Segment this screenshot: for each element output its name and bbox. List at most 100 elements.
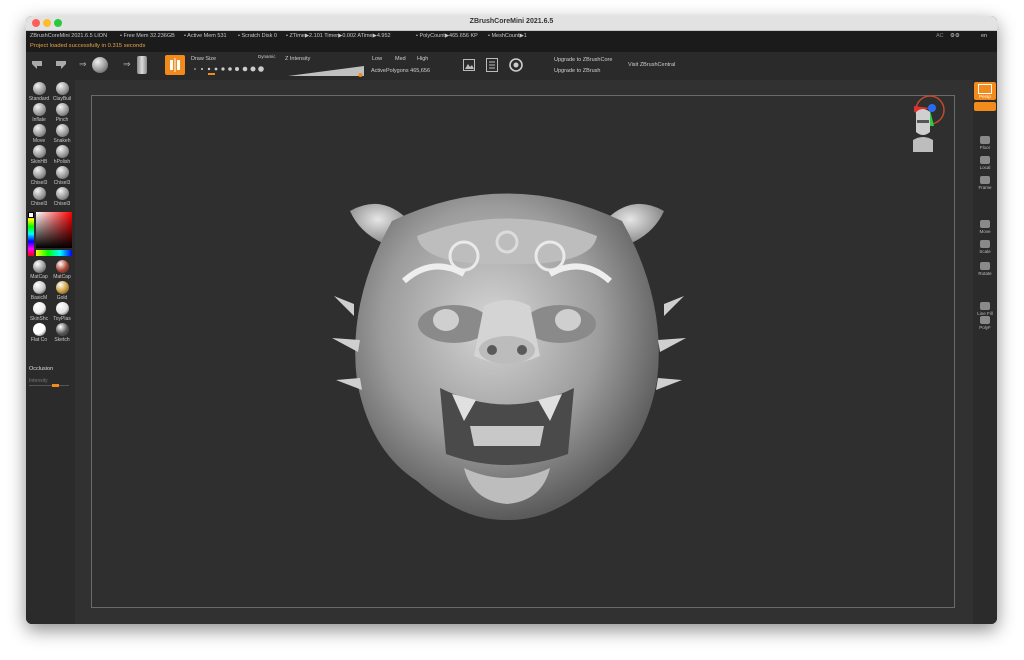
brush-chisel3-8[interactable]: Chisel3 — [28, 166, 50, 186]
upgrade-core-link[interactable]: Upgrade to ZBrushCore — [554, 57, 612, 63]
right-btn-frame[interactable]: Frame — [974, 176, 996, 190]
snap-button[interactable] — [974, 102, 996, 111]
dynamic-label[interactable]: Dynamic — [258, 54, 276, 59]
material-thumbnail — [55, 260, 69, 273]
top-toolbar: ⇒ ⇒ Draw Size Dynamic Z Intensity Low Me… — [26, 52, 997, 81]
right-btn-line-fill[interactable]: Line Fill — [974, 302, 996, 316]
frame-icon — [980, 176, 990, 184]
brush-standard-0[interactable]: Standard — [28, 82, 50, 102]
right-btn-label: PolyF — [979, 325, 991, 330]
right-shelf: Persp Floor Local Frame Move Scale Rotate Line… — [973, 80, 997, 624]
right-btn-local[interactable]: Local — [974, 156, 996, 170]
brush-label: Pinch — [55, 117, 69, 123]
right-btn-polyf[interactable]: PolyF — [974, 316, 996, 330]
material-7[interactable]: Sketch — [51, 323, 73, 343]
brush-thumbnail — [32, 124, 46, 137]
right-btn-label: Local — [979, 165, 991, 170]
occlusion-label[interactable]: Occlusion — [29, 366, 53, 372]
current-stroke-icon[interactable] — [137, 56, 147, 74]
current-brush-icon[interactable] — [92, 57, 108, 73]
brush-label: Chisel3 — [30, 201, 48, 207]
meshcount: • MeshCount▶1 — [488, 33, 527, 39]
symmetry-button[interactable] — [165, 55, 185, 75]
draw-size-slider[interactable] — [191, 64, 271, 76]
free-mem: • Free Mem 32.236GB — [120, 33, 175, 39]
brush-snakeh-5[interactable]: Snakeh — [51, 124, 73, 144]
title-bar: ZBrushCoreMini 2021.6.5 — [26, 16, 997, 31]
material-0[interactable]: MatCap — [28, 260, 50, 280]
redo-icon[interactable] — [54, 57, 68, 71]
left-shelf: Standard ClayBuil Inflate Pinch Move Snakeh Sk… — [26, 80, 75, 624]
brush-label: hPolish — [53, 159, 71, 165]
material-5[interactable]: ToyPlas — [51, 302, 73, 322]
color-bar[interactable] — [36, 250, 72, 256]
gear-icon[interactable]: ⚙⚙ — [950, 33, 960, 39]
undo-icon[interactable] — [30, 57, 44, 71]
brush-claybuil-1[interactable]: ClayBuil — [51, 82, 73, 102]
brush-skinhb-6[interactable]: SkinHB — [28, 145, 50, 165]
brush-thumbnail — [32, 145, 46, 158]
right-btn-scale[interactable]: Scale — [974, 240, 996, 254]
material-thumbnail — [55, 323, 69, 336]
color-square[interactable] — [36, 212, 72, 248]
main-color-swatch[interactable] — [28, 212, 34, 218]
intensity-slider[interactable] — [29, 384, 69, 387]
persp-icon — [978, 84, 992, 94]
right-btn-move[interactable]: Move — [974, 220, 996, 234]
symmetry-icon — [170, 58, 180, 72]
brush-label: Inflate — [32, 117, 46, 123]
brush-thumbnail — [32, 82, 46, 95]
document-icon[interactable] — [486, 58, 498, 72]
viewport[interactable] — [91, 95, 955, 608]
scale-icon — [980, 240, 990, 248]
brush-thumbnail — [55, 124, 69, 137]
material-label: Flat Co — [30, 337, 48, 343]
med-label[interactable]: Med — [395, 56, 406, 62]
material-thumbnail — [55, 281, 69, 294]
material-thumbnail — [32, 323, 46, 336]
right-btn-floor[interactable]: Floor — [974, 136, 996, 150]
camera-icon[interactable] — [508, 57, 524, 73]
foo-dog-sculpt[interactable] — [92, 96, 954, 607]
right-btn-label: Scale — [979, 249, 991, 254]
upgrade-zbrush-link[interactable]: Upgrade to ZBrush — [554, 68, 600, 74]
language-label[interactable]: en — [981, 33, 987, 39]
canvas-area[interactable] — [75, 80, 973, 624]
brush-label: SkinHB — [30, 159, 48, 165]
right-btn-rotate[interactable]: Rotate — [974, 262, 996, 276]
low-label[interactable]: Low — [372, 56, 382, 62]
color-picker[interactable] — [28, 212, 72, 256]
material-6[interactable]: Flat Co — [28, 323, 50, 343]
image-icon[interactable] — [463, 59, 475, 71]
brush-thumbnail — [55, 103, 69, 116]
brush-chisel3-9[interactable]: Chisel3 — [51, 166, 73, 186]
brush-pinch-3[interactable]: Pinch — [51, 103, 73, 123]
intensity-knob[interactable] — [52, 384, 59, 387]
brush-inflate-2[interactable]: Inflate — [28, 103, 50, 123]
material-2[interactable]: BasicM — [28, 281, 50, 301]
material-4[interactable]: SkinShc — [28, 302, 50, 322]
visit-zbrushcentral-link[interactable]: Visit ZBrushCentral — [628, 62, 675, 68]
material-label: ToyPlas — [53, 316, 71, 322]
brush-label: Snakeh — [53, 138, 71, 144]
brush-label: Chisel3 — [53, 201, 71, 207]
hue-strip[interactable] — [28, 212, 34, 256]
brush-thumbnail — [32, 166, 46, 179]
head-orientation-icon[interactable] — [910, 106, 936, 158]
persp-button[interactable]: Persp — [974, 82, 996, 100]
z-intensity-label: Z Intensity — [285, 56, 311, 62]
material-1[interactable]: MatCap — [51, 260, 73, 280]
brush-chisel3-11[interactable]: Chisel3 — [51, 187, 73, 207]
brush-chisel3-10[interactable]: Chisel3 — [28, 187, 50, 207]
status-message: Project loaded successfully in 0.315 sec… — [30, 43, 146, 49]
window-title: ZBrushCoreMini 2021.6.5 — [469, 18, 554, 25]
material-label: MatCap — [53, 274, 71, 280]
brush-thumbnail — [55, 166, 69, 179]
material-3[interactable]: Gold — [51, 281, 73, 301]
material-thumbnail — [55, 302, 69, 315]
material-label: SkinShc — [29, 316, 49, 322]
brush-hpolish-7[interactable]: hPolish — [51, 145, 73, 165]
high-label[interactable]: High — [417, 56, 428, 62]
z-intensity-slider[interactable] — [288, 65, 368, 77]
brush-move-4[interactable]: Move — [28, 124, 50, 144]
